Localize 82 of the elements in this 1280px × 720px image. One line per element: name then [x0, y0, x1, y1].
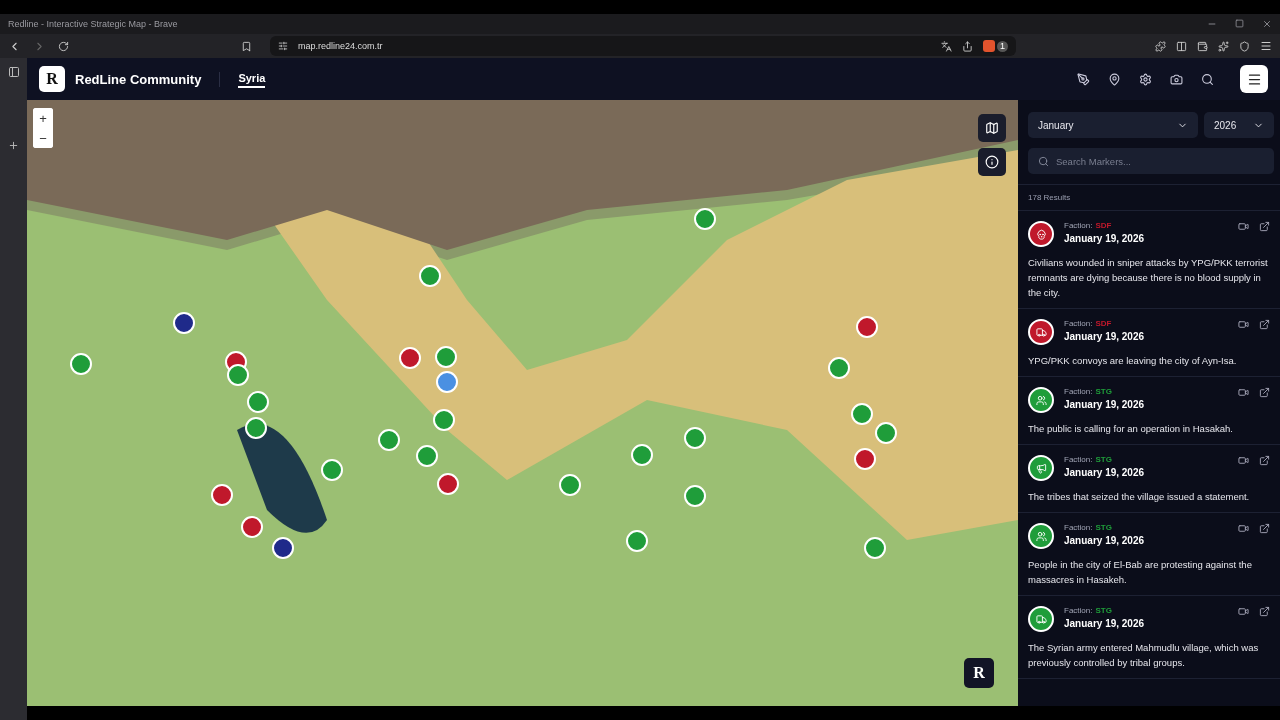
extensions-icon[interactable] [1155, 40, 1166, 52]
shield-count: 1 [997, 40, 1008, 52]
skull-icon [1035, 228, 1047, 240]
map-icon [985, 121, 999, 135]
faction-name: STG [1095, 387, 1112, 396]
event-date: January 19, 2026 [1064, 233, 1146, 244]
menu-icon [1246, 71, 1262, 87]
faction-name: STG [1095, 606, 1112, 615]
faction-label: Faction: [1064, 221, 1093, 230]
year-select[interactable]: 2026 [1204, 112, 1274, 138]
faction-label: Faction: [1064, 319, 1093, 328]
wallet-icon[interactable] [1197, 40, 1208, 52]
event-description: The public is calling for an operation in Hasakah. [1028, 422, 1234, 436]
video-icon[interactable] [1238, 221, 1249, 232]
satellite-map[interactable]: + − R [27, 100, 1018, 706]
faction-label: Faction: [1064, 387, 1093, 396]
site-settings-icon[interactable] [278, 41, 288, 51]
panel-icon[interactable] [7, 66, 20, 78]
region-tab[interactable]: Syria [238, 70, 266, 88]
translate-icon[interactable] [941, 40, 952, 52]
app-name: RedLine Community [75, 71, 221, 87]
close-icon[interactable] [1262, 19, 1272, 29]
faction-label: Faction: [1064, 523, 1093, 532]
map-logo-badge[interactable]: R [964, 658, 994, 688]
faction-name: STG [1095, 455, 1112, 464]
external-link-icon[interactable] [1259, 387, 1270, 398]
megaphone-icon [1035, 462, 1047, 474]
window-title: Redline - Interactive Strategic Map - Brave [8, 19, 178, 29]
faction-name: SDF [1095, 319, 1112, 328]
sidebar-toggle-icon[interactable] [1176, 40, 1187, 52]
video-icon[interactable] [1238, 387, 1249, 398]
truck-icon [1035, 613, 1047, 625]
event-description: The Syrian army entered Mahmudlu village, which was previously controlled by tribal groups. [1028, 641, 1260, 670]
add-icon[interactable] [8, 140, 19, 151]
faction-name: SDF [1095, 221, 1112, 230]
address-bar[interactable]: map.redline24.com.tr 1 [270, 36, 1016, 56]
share-icon[interactable] [962, 40, 973, 52]
faction-label: Faction: [1064, 455, 1093, 464]
event-date: January 19, 2026 [1064, 618, 1146, 629]
faction-label: Faction: [1064, 606, 1093, 615]
event-date: January 19, 2026 [1064, 535, 1146, 546]
info-icon [985, 155, 999, 169]
video-icon[interactable] [1238, 319, 1249, 330]
month-select[interactable]: January [1028, 112, 1198, 138]
external-link-icon[interactable] [1259, 606, 1270, 617]
event-description: Civilians wounded in sniper attacks by YPG/PKK terrorist remnants are dying because there is no blood supply in the city. [1028, 256, 1269, 300]
pin-icon[interactable] [1108, 72, 1121, 86]
event-date: January 19, 2026 [1064, 331, 1146, 342]
map-layers-button[interactable] [978, 114, 1006, 142]
event-date: January 19, 2026 [1064, 399, 1146, 410]
url-text: map.redline24.com.tr [298, 41, 384, 51]
pen-icon[interactable] [1077, 72, 1090, 86]
search-field[interactable]: Search Markers... [1028, 148, 1274, 174]
event-description: People in the city of El-Bab are protesting against the massacres in Hasakeh. [1028, 558, 1253, 587]
event-date: January 19, 2026 [1064, 467, 1146, 478]
video-icon[interactable] [1238, 523, 1249, 534]
video-icon[interactable] [1238, 606, 1249, 617]
bookmark-icon[interactable] [241, 40, 252, 52]
settings-icon[interactable] [1139, 72, 1152, 86]
results-count: 178 Results [1018, 185, 1280, 211]
search-icon[interactable] [1201, 72, 1214, 86]
external-link-icon[interactable] [1259, 319, 1270, 330]
video-icon[interactable] [1238, 455, 1249, 466]
sparkles-icon[interactable] [1218, 40, 1229, 52]
app-logo: R [39, 66, 65, 92]
people-icon [1035, 530, 1047, 542]
menu-button[interactable] [1240, 65, 1268, 93]
menu-icon[interactable] [1260, 40, 1272, 52]
event-description: YPG/PKK convoys are leaving the city of Ayn-Isa. [1028, 354, 1238, 368]
faction-name: STG [1095, 523, 1112, 532]
camera-icon[interactable] [1170, 72, 1183, 86]
vpn-icon[interactable] [1239, 40, 1250, 52]
external-link-icon[interactable] [1259, 523, 1270, 534]
event-description: The tribes that seized the village issued a statement. [1028, 490, 1251, 504]
reload-icon[interactable] [58, 40, 69, 52]
truck-icon [1035, 326, 1047, 338]
maximize-icon[interactable] [1235, 19, 1244, 28]
search-icon [1038, 155, 1049, 167]
external-link-icon[interactable] [1259, 221, 1270, 232]
external-link-icon[interactable] [1259, 455, 1270, 466]
info-button[interactable] [978, 148, 1006, 176]
people-icon [1035, 394, 1047, 406]
